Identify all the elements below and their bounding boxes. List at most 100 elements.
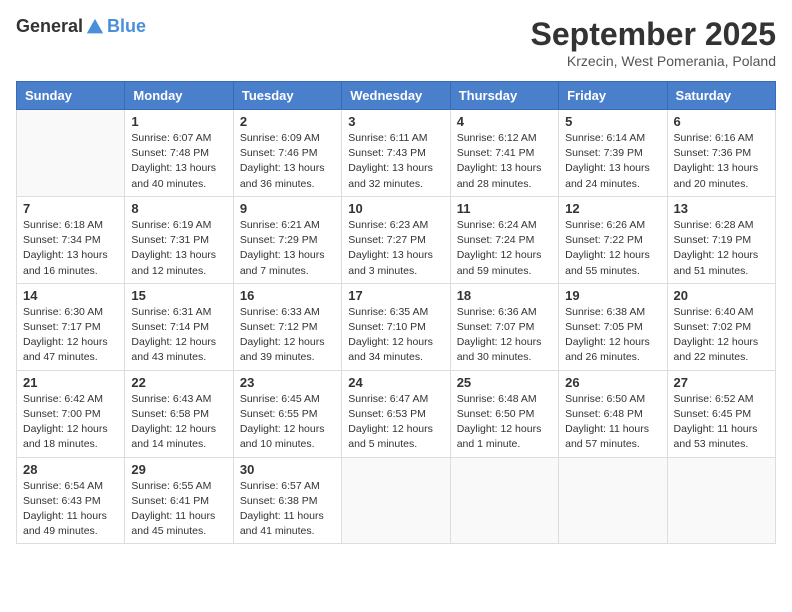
day-number: 20 — [674, 288, 769, 303]
month-title: September 2025 — [531, 16, 776, 53]
day-number: 26 — [565, 375, 660, 390]
day-number: 5 — [565, 114, 660, 129]
day-number: 30 — [240, 462, 335, 477]
day-number: 2 — [240, 114, 335, 129]
day-number: 27 — [674, 375, 769, 390]
calendar-cell — [450, 457, 558, 544]
day-info: Sunrise: 6:31 AM Sunset: 7:14 PM Dayligh… — [131, 305, 226, 366]
day-header-monday: Monday — [125, 82, 233, 110]
week-row-1: 1 Sunrise: 6:07 AM Sunset: 7:48 PM Daylig… — [17, 110, 776, 197]
day-number: 21 — [23, 375, 118, 390]
calendar-cell: 19 Sunrise: 6:38 AM Sunset: 7:05 PM Dayli… — [559, 283, 667, 370]
logo-general-text: General — [16, 16, 83, 37]
calendar-cell: 15Sunrise: 6:31 AM Sunset: 7:14 PM Dayli… — [125, 283, 233, 370]
day-number: 25 — [457, 375, 552, 390]
day-number: 10 — [348, 201, 443, 216]
calendar-cell: 2 Sunrise: 6:09 AM Sunset: 7:46 PM Daylig… — [233, 110, 341, 197]
calendar-cell — [559, 457, 667, 544]
logo: General Blue — [16, 16, 146, 37]
day-number: 11 — [457, 201, 552, 216]
title-block: September 2025 Krzecin, West Pomerania, … — [531, 16, 776, 69]
calendar-cell: 21 Sunrise: 6:42 AM Sunset: 7:00 PM Dayli… — [17, 370, 125, 457]
day-info: Sunrise: 6:36 AM Sunset: 7:07 PM Dayligh… — [457, 305, 552, 366]
calendar-cell: 5 Sunrise: 6:14 AM Sunset: 7:39 PM Daylig… — [559, 110, 667, 197]
calendar-cell — [667, 457, 775, 544]
day-number: 19 — [565, 288, 660, 303]
day-number: 24 — [348, 375, 443, 390]
calendar-cell: 9 Sunrise: 6:21 AM Sunset: 7:29 PM Daylig… — [233, 196, 341, 283]
day-info: Sunrise: 6:21 AM Sunset: 7:29 PM Dayligh… — [240, 218, 335, 279]
day-number: 18 — [457, 288, 552, 303]
day-info: Sunrise: 6:26 AM Sunset: 7:22 PM Dayligh… — [565, 218, 660, 279]
calendar-cell: 10 Sunrise: 6:23 AM Sunset: 7:27 PM Dayli… — [342, 196, 450, 283]
calendar-cell: 24 Sunrise: 6:47 AM Sunset: 6:53 PM Dayli… — [342, 370, 450, 457]
calendar-cell: 4 Sunrise: 6:12 AM Sunset: 7:41 PM Daylig… — [450, 110, 558, 197]
day-info: Sunrise: 6:07 AM Sunset: 7:48 PM Dayligh… — [131, 131, 226, 192]
day-header-wednesday: Wednesday — [342, 82, 450, 110]
page-header: General Blue September 2025 Krzecin, Wes… — [16, 16, 776, 69]
logo-blue-text: Blue — [107, 16, 146, 37]
day-info: Sunrise: 6:42 AM Sunset: 7:00 PM Dayligh… — [23, 392, 118, 453]
day-number: 4 — [457, 114, 552, 129]
calendar-cell: 7Sunrise: 6:18 AM Sunset: 7:34 PM Daylig… — [17, 196, 125, 283]
day-info: Sunrise: 6:35 AM Sunset: 7:10 PM Dayligh… — [348, 305, 443, 366]
calendar-cell — [17, 110, 125, 197]
calendar-cell: 26 Sunrise: 6:50 AM Sunset: 6:48 PM Dayli… — [559, 370, 667, 457]
calendar-cell: 14 Sunrise: 6:30 AM Sunset: 7:17 PM Dayli… — [17, 283, 125, 370]
day-info: Sunrise: 6:38 AM Sunset: 7:05 PM Dayligh… — [565, 305, 660, 366]
day-info: Sunrise: 6:09 AM Sunset: 7:46 PM Dayligh… — [240, 131, 335, 192]
day-info: Sunrise: 6:16 AM Sunset: 7:36 PM Dayligh… — [674, 131, 769, 192]
calendar-cell: 8 Sunrise: 6:19 AM Sunset: 7:31 PM Daylig… — [125, 196, 233, 283]
day-number: 1 — [131, 114, 226, 129]
day-info: Sunrise: 6:23 AM Sunset: 7:27 PM Dayligh… — [348, 218, 443, 279]
calendar-cell: 25 Sunrise: 6:48 AM Sunset: 6:50 PM Dayli… — [450, 370, 558, 457]
calendar-cell: 12Sunrise: 6:26 AM Sunset: 7:22 PM Dayli… — [559, 196, 667, 283]
day-number: 3 — [348, 114, 443, 129]
calendar-cell: 28Sunrise: 6:54 AM Sunset: 6:43 PM Dayli… — [17, 457, 125, 544]
calendar-cell — [342, 457, 450, 544]
day-header-saturday: Saturday — [667, 82, 775, 110]
day-number: 13 — [674, 201, 769, 216]
day-info: Sunrise: 6:19 AM Sunset: 7:31 PM Dayligh… — [131, 218, 226, 279]
day-number: 14 — [23, 288, 118, 303]
day-info: Sunrise: 6:12 AM Sunset: 7:41 PM Dayligh… — [457, 131, 552, 192]
day-info: Sunrise: 6:43 AM Sunset: 6:58 PM Dayligh… — [131, 392, 226, 453]
calendar-cell: 3 Sunrise: 6:11 AM Sunset: 7:43 PM Daylig… — [342, 110, 450, 197]
calendar-cell: 30 Sunrise: 6:57 AM Sunset: 6:38 PM Dayli… — [233, 457, 341, 544]
week-row-3: 14 Sunrise: 6:30 AM Sunset: 7:17 PM Dayli… — [17, 283, 776, 370]
day-info: Sunrise: 6:57 AM Sunset: 6:38 PM Dayligh… — [240, 479, 335, 540]
day-number: 28 — [23, 462, 118, 477]
calendar-cell: 13Sunrise: 6:28 AM Sunset: 7:19 PM Dayli… — [667, 196, 775, 283]
day-info: Sunrise: 6:50 AM Sunset: 6:48 PM Dayligh… — [565, 392, 660, 453]
day-number: 9 — [240, 201, 335, 216]
day-header-friday: Friday — [559, 82, 667, 110]
day-info: Sunrise: 6:47 AM Sunset: 6:53 PM Dayligh… — [348, 392, 443, 453]
calendar-cell: 23 Sunrise: 6:45 AM Sunset: 6:55 PM Dayli… — [233, 370, 341, 457]
day-number: 29 — [131, 462, 226, 477]
location-title: Krzecin, West Pomerania, Poland — [531, 53, 776, 69]
day-number: 22 — [131, 375, 226, 390]
day-number: 16 — [240, 288, 335, 303]
day-number: 7 — [23, 201, 118, 216]
calendar-cell: 22 Sunrise: 6:43 AM Sunset: 6:58 PM Dayli… — [125, 370, 233, 457]
day-info: Sunrise: 6:45 AM Sunset: 6:55 PM Dayligh… — [240, 392, 335, 453]
day-info: Sunrise: 6:11 AM Sunset: 7:43 PM Dayligh… — [348, 131, 443, 192]
calendar-table: SundayMondayTuesdayWednesdayThursdayFrid… — [16, 81, 776, 544]
calendar-cell: 20 Sunrise: 6:40 AM Sunset: 7:02 PM Dayli… — [667, 283, 775, 370]
day-header-thursday: Thursday — [450, 82, 558, 110]
week-row-4: 21 Sunrise: 6:42 AM Sunset: 7:00 PM Dayli… — [17, 370, 776, 457]
week-row-2: 7Sunrise: 6:18 AM Sunset: 7:34 PM Daylig… — [17, 196, 776, 283]
day-info: Sunrise: 6:30 AM Sunset: 7:17 PM Dayligh… — [23, 305, 118, 366]
day-info: Sunrise: 6:55 AM Sunset: 6:41 PM Dayligh… — [131, 479, 226, 540]
day-number: 8 — [131, 201, 226, 216]
calendar-cell: 16Sunrise: 6:33 AM Sunset: 7:12 PM Dayli… — [233, 283, 341, 370]
calendar-cell: 17Sunrise: 6:35 AM Sunset: 7:10 PM Dayli… — [342, 283, 450, 370]
calendar-cell: 6Sunrise: 6:16 AM Sunset: 7:36 PM Daylig… — [667, 110, 775, 197]
day-info: Sunrise: 6:52 AM Sunset: 6:45 PM Dayligh… — [674, 392, 769, 453]
day-number: 23 — [240, 375, 335, 390]
day-info: Sunrise: 6:48 AM Sunset: 6:50 PM Dayligh… — [457, 392, 552, 453]
day-info: Sunrise: 6:40 AM Sunset: 7:02 PM Dayligh… — [674, 305, 769, 366]
day-info: Sunrise: 6:14 AM Sunset: 7:39 PM Dayligh… — [565, 131, 660, 192]
calendar-header-row: SundayMondayTuesdayWednesdayThursdayFrid… — [17, 82, 776, 110]
day-header-tuesday: Tuesday — [233, 82, 341, 110]
